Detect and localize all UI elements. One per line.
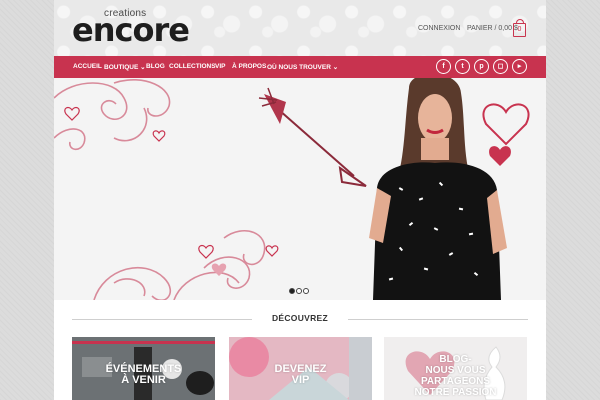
- main-nav: ACCUEIL BOUTIQUE ⌄ BLOG COLLECTIONS VIP …: [54, 56, 546, 78]
- youtube-icon[interactable]: ▸: [512, 59, 527, 74]
- cart-count: 0: [517, 26, 522, 33]
- connexion-link[interactable]: CONNEXION: [418, 25, 460, 32]
- card-vip[interactable]: DEVENEZ VIP: [229, 337, 372, 400]
- pinterest-icon[interactable]: p: [474, 59, 489, 74]
- swirl-decoration: [54, 79, 171, 151]
- card-label-line-2: VIP: [291, 374, 310, 386]
- logo[interactable]: creations encore: [72, 8, 192, 48]
- heart-outline: [64, 106, 80, 121]
- model-photo: [369, 78, 507, 300]
- heart-outline: [265, 245, 279, 257]
- cart-icon[interactable]: 0: [513, 19, 526, 37]
- card-label-line-4: NOTRE PASSION: [414, 387, 497, 398]
- nav-item-accueil[interactable]: ACCUEIL: [73, 63, 102, 70]
- section-title: DÉCOUVREZ: [271, 313, 329, 323]
- heart-outline: [152, 130, 166, 142]
- slider-dot-3[interactable]: [303, 288, 309, 294]
- card-label-line-2: NOUS VOUS: [425, 365, 486, 376]
- slider-dot-1[interactable]: [289, 288, 295, 294]
- page: creations encore CONNEXION PANIER / 0,00…: [54, 0, 546, 400]
- slider-dots: [289, 281, 310, 299]
- nav-item-blog[interactable]: BLOG: [146, 63, 165, 70]
- nav-item-a-propos[interactable]: À PROPOS: [232, 63, 266, 70]
- nav-item-vip[interactable]: VIP: [215, 63, 225, 70]
- nav-item-collections[interactable]: COLLECTIONS: [169, 63, 216, 70]
- facebook-icon[interactable]: f: [436, 59, 451, 74]
- card-blog[interactable]: BLOG- NOUS VOUS PARTAGEONS NOTRE PASSION: [384, 337, 527, 400]
- arrow-decoration: [258, 87, 367, 187]
- swirl-decoration: [93, 229, 266, 300]
- cart-total-link[interactable]: PANIER / 0,00 $: [467, 25, 518, 32]
- card-label-line-3: PARTAGEONS: [420, 376, 491, 387]
- card-evenements[interactable]: ÉVÉNEMENTS À VENIR: [72, 337, 215, 400]
- nav-item-boutique[interactable]: BOUTIQUE ⌄: [104, 63, 146, 71]
- logo-big-text: encore: [72, 11, 190, 49]
- card-label-line-2: À VENIR: [121, 374, 166, 386]
- hero-slider[interactable]: [54, 78, 546, 300]
- section-heading: DÉCOUVREZ: [72, 313, 528, 325]
- heart-outline: [198, 244, 214, 259]
- twitter-icon[interactable]: t: [455, 59, 470, 74]
- card-label-line-1: BLOG-: [439, 354, 472, 365]
- site-header: creations encore CONNEXION PANIER / 0,00…: [54, 0, 546, 56]
- instagram-icon[interactable]: ◻: [493, 59, 508, 74]
- nav-item-ou-nous-trouver[interactable]: OÙ NOUS TROUVER ⌄: [267, 63, 338, 71]
- slider-dot-2[interactable]: [296, 288, 302, 294]
